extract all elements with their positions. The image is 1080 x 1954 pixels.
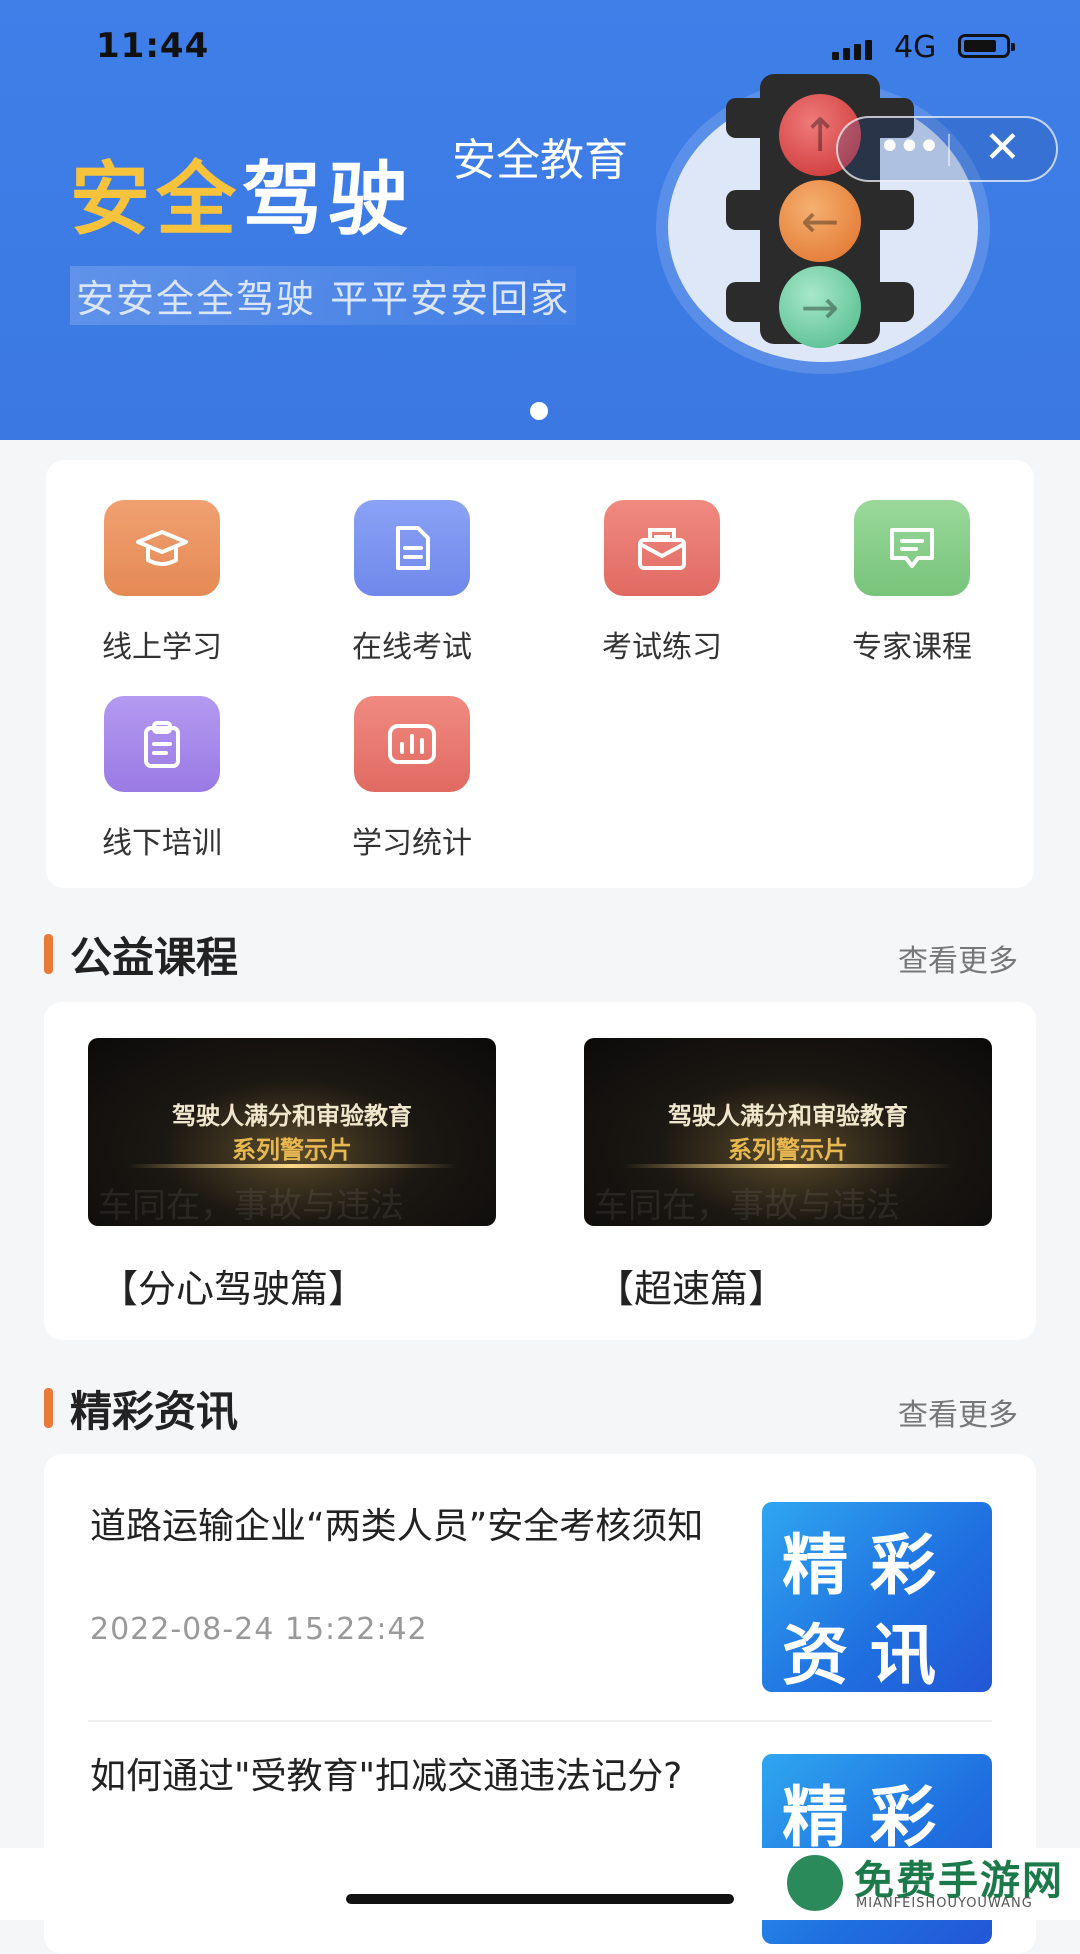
menu-label: 专家课程 xyxy=(852,630,972,665)
banner-subtitle: 安全教育 xyxy=(452,135,628,186)
status-time: 11:44 xyxy=(96,26,210,66)
thumbnail-glow xyxy=(624,1164,952,1168)
menu-label: 线下培训 xyxy=(102,826,222,861)
menu-label: 学习统计 xyxy=(352,826,472,861)
thumbnail-background-text: 车同在，事故与违法 xyxy=(594,1186,900,1226)
banner-title-part1: 安全 xyxy=(70,153,242,246)
thumbnail-title: 驾驶人满分和审验教育 xyxy=(668,1102,908,1130)
thumbnail-glow xyxy=(128,1164,456,1168)
menu-item-offline-training[interactable]: 线下培训 xyxy=(62,696,262,862)
document-icon xyxy=(354,500,470,596)
chat-icon xyxy=(854,500,970,596)
news-thumbnail-text: 精彩 xyxy=(782,1527,958,1604)
news-thumbnail: 精彩 资讯 xyxy=(762,1502,992,1692)
mail-icon xyxy=(604,500,720,596)
close-button[interactable]: ✕ xyxy=(984,122,1021,173)
carousel-indicator-dot[interactable] xyxy=(530,402,548,420)
watermark-logo-icon xyxy=(784,1852,846,1914)
network-type: 4G xyxy=(894,30,937,65)
menu-item-study-stats[interactable]: 学习统计 xyxy=(312,696,512,862)
miniapp-capsule: ••• ✕ xyxy=(836,116,1058,182)
battery-icon xyxy=(958,34,1015,58)
menu-item-online-exam[interactable]: 在线考试 xyxy=(312,500,512,666)
course-title[interactable]: 【超速篇】 xyxy=(596,1258,786,1313)
thumbnail-subtitle: 系列警示片 xyxy=(728,1136,848,1164)
traffic-light-icon: ↑ ← → xyxy=(760,74,880,348)
watermark-subtitle: MIANFEISHOUYOUWANG xyxy=(856,1896,1033,1911)
news-section-title: 精彩资讯 xyxy=(70,1387,239,1436)
menu-item-online-study[interactable]: 线上学习 xyxy=(62,500,262,666)
news-thumbnail-text: 资讯 xyxy=(782,1617,958,1692)
course-title[interactable]: 【分心驾驶篇】 xyxy=(100,1258,366,1313)
orange-light-left-arrow-icon: ← xyxy=(779,180,861,262)
bar-chart-icon xyxy=(354,696,470,792)
thumbnail-title: 驾驶人满分和审验教育 xyxy=(172,1102,412,1130)
courses-view-more-link[interactable]: 查看更多 xyxy=(898,936,1018,980)
capsule-divider xyxy=(948,134,950,166)
section-accent-bar xyxy=(44,1388,53,1428)
menu-label: 在线考试 xyxy=(352,630,472,665)
signal-icon xyxy=(832,38,882,60)
news-title: 道路运输企业“两类人员”安全考核须知 xyxy=(90,1506,704,1547)
thumbnail-background-text: 车同在，事故与违法 xyxy=(98,1186,404,1226)
feature-menu-card: 线上学习 在线考试 考试练习 专家课程 线下培训 学习统计 xyxy=(46,460,1034,888)
graduation-cap-icon xyxy=(104,500,220,596)
course-thumbnail[interactable]: 车同在，事故与违法 驾驶人满分和审验教育 系列警示片 xyxy=(88,1038,496,1226)
banner-title-part2: 驾驶 xyxy=(242,153,414,246)
news-title: 如何通过"受教育"扣减交通违法记分? xyxy=(90,1756,683,1797)
status-bar: 11:44 4G xyxy=(0,0,1080,96)
home-indicator[interactable] xyxy=(346,1894,734,1904)
menu-item-expert-course[interactable]: 专家课程 xyxy=(812,500,1012,666)
banner-carousel[interactable]: 11:44 4G 安全驾驶 安全教育 安安全全驾驶 平平安安回家 ↑ ← → •… xyxy=(0,0,1080,440)
news-view-more-link[interactable]: 查看更多 xyxy=(898,1390,1018,1434)
watermark: 免费手游网 MIANFEISHOUYOUWANG xyxy=(784,1852,1074,1916)
menu-label: 考试练习 xyxy=(602,630,722,665)
news-thumbnail-text: 精彩 xyxy=(782,1779,958,1856)
clipboard-icon xyxy=(104,696,220,792)
thumbnail-subtitle: 系列警示片 xyxy=(232,1136,352,1164)
banner-title: 安全驾驶 xyxy=(70,135,414,251)
courses-card: 车同在，事故与违法 驾驶人满分和审验教育 系列警示片 【分心驾驶篇】 车同在，事… xyxy=(44,1002,1036,1340)
more-menu-button[interactable]: ••• xyxy=(878,124,941,170)
menu-item-exam-practice[interactable]: 考试练习 xyxy=(562,500,762,666)
banner-slogan: 安安全全驾驶 平平安安回家 xyxy=(70,266,577,325)
news-divider xyxy=(88,1720,992,1722)
section-accent-bar xyxy=(44,934,53,974)
course-thumbnail[interactable]: 车同在，事故与违法 驾驶人满分和审验教育 系列警示片 xyxy=(584,1038,992,1226)
courses-section-title: 公益课程 xyxy=(70,933,239,982)
menu-label: 线上学习 xyxy=(102,630,222,665)
green-light-right-arrow-icon: → xyxy=(779,266,861,348)
news-date: 2022-08-24 15:22:42 xyxy=(90,1612,428,1647)
